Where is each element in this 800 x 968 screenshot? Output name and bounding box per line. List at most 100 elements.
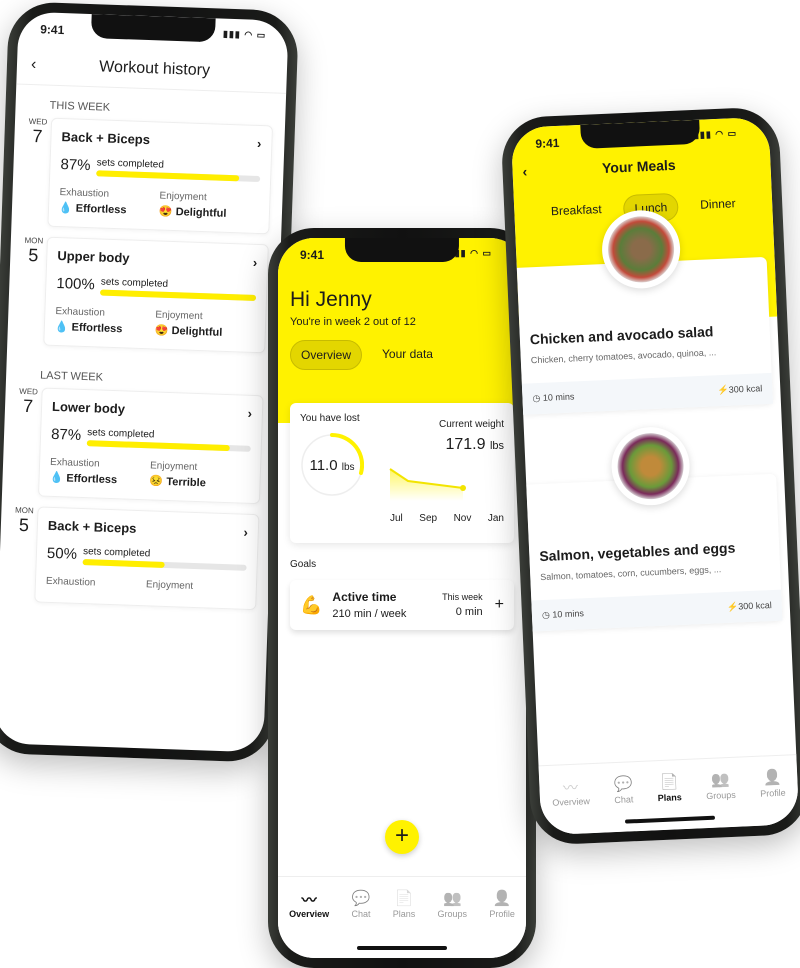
goal-target: 210 min / week	[332, 608, 407, 620]
profile-icon: 👤	[492, 890, 512, 907]
meal-name: Salmon, vegetables and eggs	[539, 539, 736, 565]
meal-name: Chicken and avocado salad	[529, 323, 714, 348]
exhaustion-value: Effortless	[71, 321, 123, 336]
workout-name: Back + Biceps	[61, 129, 151, 148]
tab-label: Plans	[392, 909, 416, 919]
flexed-biceps-icon: 💪	[300, 594, 323, 615]
tab-bar: 〰 Overview 💬 Chat 📄 Plans 👥 Groups 👤 Profile	[538, 754, 800, 836]
sets-percent: 87%	[60, 156, 91, 175]
workout-card[interactable]: Back + Biceps › 87% sets completed Exhaust…	[47, 117, 274, 235]
enjoyment-value: Delightful	[175, 206, 227, 220]
groups-icon: 👥	[710, 771, 731, 789]
exhaustion-value: Effortless	[66, 472, 118, 487]
meal-kcal: 300 kcal	[728, 383, 763, 395]
meal-ingredients: Salmon, tomatoes, corn, cucumbers, eggs,…	[540, 564, 722, 583]
day-number: 7	[22, 395, 34, 417]
add-goal-button[interactable]: +	[495, 596, 504, 614]
exhaustion-label: Exhaustion	[45, 575, 96, 589]
workout-name: Back + Biceps	[47, 517, 137, 536]
tab-breakfast[interactable]: Breakfast	[540, 196, 612, 227]
clock-icon: ◷	[532, 392, 541, 404]
goal-week-value: 0 min	[455, 606, 483, 618]
sad-face-icon: 😣	[149, 475, 164, 488]
meal-time: 10 mins	[542, 391, 575, 403]
tab-your-data[interactable]: Your data	[372, 340, 443, 370]
workout-card[interactable]: Lower body › 87% sets completed Exhaustion…	[37, 387, 264, 505]
chat-icon: 💬	[613, 775, 633, 794]
status-time: 9:41	[535, 135, 560, 151]
weight-card: You have lost 11.0 lbs Current weight 17…	[290, 403, 514, 543]
exhaustion-value: Effortless	[75, 202, 127, 217]
enjoyment-label: Enjoyment	[145, 579, 194, 592]
workout-card[interactable]: Back + Biceps › 50% sets completed Exhaust…	[34, 506, 260, 611]
day-number: 5	[18, 514, 30, 536]
groups-icon: 👥	[442, 890, 462, 907]
tab-label: Overview	[552, 796, 591, 808]
add-button[interactable]: +	[385, 820, 419, 854]
signal-wifi-battery-icon: ▮▮▮ ◠ ▭	[222, 28, 267, 41]
exhaustion-label: Exhaustion	[55, 305, 106, 319]
workout-name: Lower body	[51, 398, 126, 417]
tab-label: Groups	[706, 789, 736, 802]
current-weight-value: 171.9	[445, 436, 486, 453]
chevron-right-icon: ›	[243, 524, 249, 540]
tab-profile[interactable]: 👤 Profile	[759, 768, 787, 826]
sets-percent: 87%	[50, 425, 82, 444]
tab-chat[interactable]: 💬 Chat	[613, 774, 634, 832]
tab-overview[interactable]: Overview	[290, 340, 363, 370]
month-label: Jul	[390, 513, 403, 524]
clock-icon: ◷	[541, 609, 551, 621]
meals-screen: 9:41 ▮▮▮ ◠ ▭ ‹ Your Meals Breakfast Lunch Di…	[510, 116, 800, 836]
workout-row: WED 7 Back + Biceps › 87% sets completed Ex…	[11, 116, 285, 235]
page-title: Your Meals	[601, 156, 676, 177]
lost-value: 11.0	[309, 457, 338, 474]
status-time: 9:41	[300, 248, 325, 262]
tab-overview[interactable]: 〰 Overview	[551, 776, 591, 835]
day-number: 5	[27, 244, 39, 266]
document-icon: 📄	[659, 773, 679, 792]
exhaustion-label: Exhaustion	[59, 187, 110, 200]
profile-icon: 👤	[762, 768, 782, 787]
smiling-face-icon: 😍	[158, 205, 173, 218]
goals-heading: Goals	[290, 559, 317, 570]
day-of-week: MON	[14, 505, 34, 516]
meal-card[interactable]: Salmon, vegetables and eggs Salmon, toma…	[526, 425, 783, 632]
meal-ingredients: Chicken, cherry tomatoes, avocado, quino…	[530, 347, 717, 366]
enjoyment-label: Enjoyment	[149, 460, 198, 474]
workout-card[interactable]: Upper body › 100% sets completed Exhaustio…	[43, 236, 269, 354]
meal-card[interactable]: Chicken and avocado salad Chicken, cherr…	[516, 208, 773, 415]
enjoyment-value: Delightful	[171, 325, 223, 339]
enjoyment-label: Enjoyment	[159, 190, 207, 204]
droplet-icon: 💧	[58, 202, 73, 215]
goal-active-time[interactable]: 💪 Active time 210 min / week This week 0 m…	[290, 580, 514, 630]
tab-profile[interactable]: 👤 Profile	[489, 889, 515, 958]
week-progress-text: You're in week 2 out of 12	[290, 316, 416, 328]
tab-label: Chat	[614, 794, 634, 806]
overview-screen: 9:41 ▮▮▮ ◠ ▭ Hi Jenny You're in week 2 ou…	[278, 238, 526, 958]
document-icon: 📄	[394, 890, 414, 907]
goal-name: Active time	[332, 590, 397, 604]
activity-icon: 〰	[301, 892, 317, 909]
enjoyment-label: Enjoyment	[155, 309, 203, 323]
signal-wifi-battery-icon: ▮▮▮ ◠ ▭	[693, 128, 738, 140]
chat-icon: 💬	[351, 890, 371, 907]
meal-photo	[609, 425, 692, 507]
tab-label: Plans	[657, 792, 683, 804]
activity-icon: 〰	[562, 779, 579, 798]
tab-label: Profile	[759, 787, 786, 799]
goal-week-label: This week	[442, 592, 483, 602]
droplet-icon: 💧	[54, 320, 69, 334]
day-number: 7	[32, 126, 43, 147]
day-of-week: WED	[19, 386, 39, 397]
tab-overview[interactable]: 〰 Overview	[289, 889, 329, 958]
tab-dinner[interactable]: Dinner	[690, 190, 747, 220]
tab-label: Groups	[437, 909, 468, 919]
workout-name: Upper body	[57, 248, 130, 266]
smiling-face-icon: 😍	[154, 324, 169, 337]
workout-screen: 9:41 ▮▮▮ ◠ ▭ ‹ Workout history THIS WEEK W…	[0, 11, 289, 753]
phone-overview: 9:41 ▮▮▮ ◠ ▭ Hi Jenny You're in week 2 ou…	[268, 228, 536, 968]
droplet-icon: 💧	[49, 471, 64, 485]
current-weight-label: Current weight	[438, 419, 504, 430]
workout-row: MON 5 Upper body › 100% sets completed Exha…	[7, 235, 281, 354]
exhaustion-label: Exhaustion	[49, 456, 100, 470]
